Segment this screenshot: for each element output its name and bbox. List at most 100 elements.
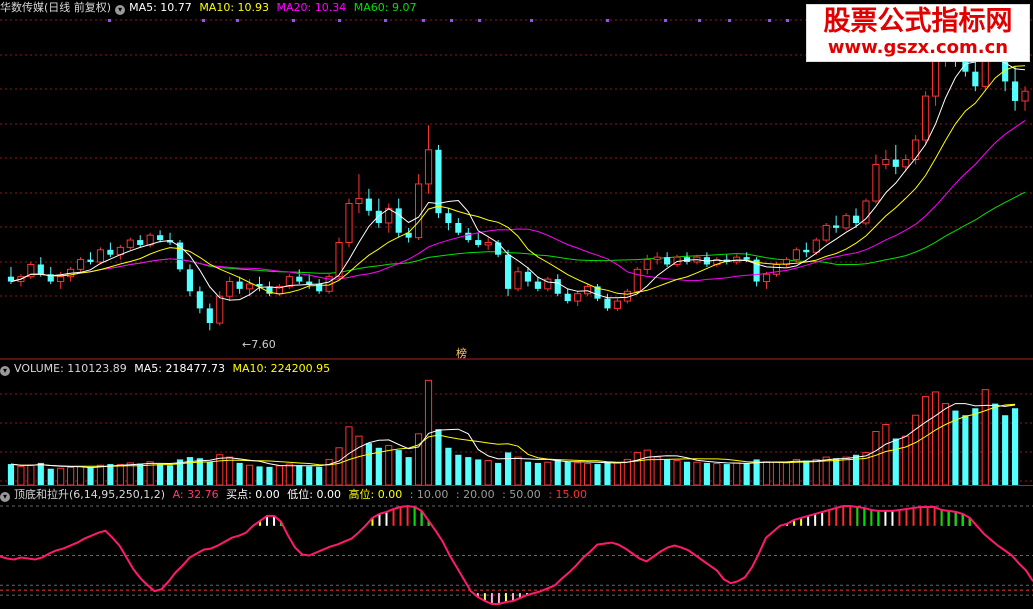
stock-chart-canvas[interactable]: ←7.60 榜 bbox=[0, 0, 1033, 609]
volume-value: VOLUME: 110123.89 bbox=[14, 362, 127, 375]
volume-ma10-value: MA10: 224200.95 bbox=[232, 362, 331, 375]
candle-body bbox=[842, 215, 850, 229]
ma10-value: MA10: 10.93 bbox=[199, 1, 270, 14]
volume-bar bbox=[564, 461, 571, 485]
candle bbox=[96, 247, 105, 265]
volume-bar bbox=[713, 463, 721, 486]
candle-body bbox=[37, 264, 44, 275]
candle-body bbox=[524, 271, 532, 282]
candle-body bbox=[455, 222, 462, 233]
candle-body bbox=[306, 281, 313, 284]
candle-body bbox=[107, 249, 114, 255]
candle bbox=[664, 252, 671, 267]
candle bbox=[544, 276, 552, 292]
candle bbox=[137, 235, 144, 248]
candle-body bbox=[604, 298, 611, 309]
rank-marker-label: 榜 bbox=[456, 346, 467, 360]
volume-bar bbox=[594, 464, 601, 485]
volume-bar bbox=[653, 456, 661, 486]
volume-bar bbox=[703, 462, 710, 485]
volume-bar bbox=[266, 466, 273, 485]
candle bbox=[822, 222, 830, 243]
volume-bar bbox=[554, 459, 561, 485]
volume-bar bbox=[803, 460, 810, 485]
candle bbox=[504, 249, 512, 297]
candle bbox=[455, 218, 462, 236]
volume-bar bbox=[107, 464, 114, 485]
candle-body bbox=[1012, 81, 1019, 101]
indicator-level-50: : 50.00 bbox=[502, 488, 541, 501]
candle bbox=[653, 252, 661, 265]
top-marker-dot bbox=[606, 19, 609, 22]
volume-bar bbox=[47, 468, 54, 485]
watermark-logo: 股票公式指标网 www.gszx.com.cn bbox=[806, 4, 1030, 62]
volume-bar bbox=[762, 461, 771, 486]
top-marker-dot bbox=[108, 19, 111, 22]
candle-body bbox=[902, 159, 910, 168]
low-price-label: ←7.60 bbox=[242, 338, 276, 351]
watermark-url: www.gszx.com.cn bbox=[827, 37, 1009, 58]
volume-bar bbox=[236, 462, 243, 485]
candle bbox=[107, 242, 114, 258]
top-marker-dot bbox=[236, 19, 239, 22]
volume-bar bbox=[206, 461, 213, 485]
volume-bar bbox=[435, 429, 442, 485]
candle bbox=[872, 154, 880, 204]
candle-body bbox=[772, 263, 781, 275]
volume-bar bbox=[137, 463, 144, 485]
volume-bar bbox=[723, 464, 730, 485]
candle bbox=[186, 264, 194, 297]
volume-bar bbox=[1012, 408, 1019, 485]
ma5-value: MA5: 10.77 bbox=[129, 1, 192, 14]
candle-body bbox=[196, 291, 203, 309]
top-marker-dot bbox=[450, 19, 453, 22]
volume-bar bbox=[166, 465, 174, 485]
indicator-name[interactable]: 顶底和拉升(6,14,95,250,1,2) bbox=[14, 488, 165, 501]
watermark-title: 股票公式指标网 bbox=[823, 6, 1013, 37]
candle bbox=[782, 257, 791, 267]
top-marker-dot bbox=[422, 19, 425, 22]
volume-bar bbox=[643, 449, 651, 486]
panel-menu-icon[interactable]: ▾ bbox=[0, 492, 10, 502]
candle-body bbox=[803, 249, 810, 253]
security-name[interactable]: 华数传媒(日线 前复权) bbox=[0, 1, 111, 14]
candle bbox=[833, 215, 840, 233]
volume-bar bbox=[693, 461, 701, 486]
candle bbox=[395, 198, 402, 238]
indicator-level-10: : 10.00 bbox=[409, 488, 449, 501]
volume-bar bbox=[584, 463, 592, 486]
candle bbox=[842, 213, 850, 231]
candlestick-series bbox=[7, 18, 1029, 331]
candle-body bbox=[445, 213, 452, 223]
candle-body bbox=[96, 249, 105, 263]
candle-body bbox=[762, 273, 771, 283]
candle bbox=[226, 276, 234, 302]
indicator-low-value: 低位: 0.00 bbox=[287, 488, 341, 501]
candle-body bbox=[76, 259, 85, 270]
candle-body bbox=[972, 71, 979, 87]
volume-bar bbox=[743, 463, 750, 485]
candle-body bbox=[812, 239, 820, 253]
volume-bar bbox=[604, 461, 611, 485]
volume-bar bbox=[912, 414, 920, 486]
top-marker-dot bbox=[384, 19, 387, 22]
volume-bar bbox=[673, 460, 681, 486]
candle-body bbox=[574, 293, 582, 302]
panel-menu-icon[interactable]: ▾ bbox=[0, 366, 10, 376]
volume-bar bbox=[872, 431, 880, 486]
volume-bar bbox=[275, 465, 283, 486]
candle bbox=[475, 232, 482, 248]
volume-bar bbox=[335, 447, 343, 486]
candle-body bbox=[475, 240, 482, 245]
candle bbox=[723, 254, 730, 265]
panel-menu-icon[interactable]: ▾ bbox=[115, 5, 126, 15]
candle bbox=[683, 252, 691, 265]
candle bbox=[126, 237, 134, 250]
candle-body bbox=[226, 281, 234, 297]
candle-body bbox=[137, 240, 144, 245]
candle bbox=[285, 274, 293, 289]
indicator-level-15: : 15.00 bbox=[548, 488, 588, 501]
candle bbox=[424, 125, 433, 194]
volume-bar bbox=[833, 458, 840, 485]
indicator-a-value: A: 32.76 bbox=[172, 488, 219, 501]
